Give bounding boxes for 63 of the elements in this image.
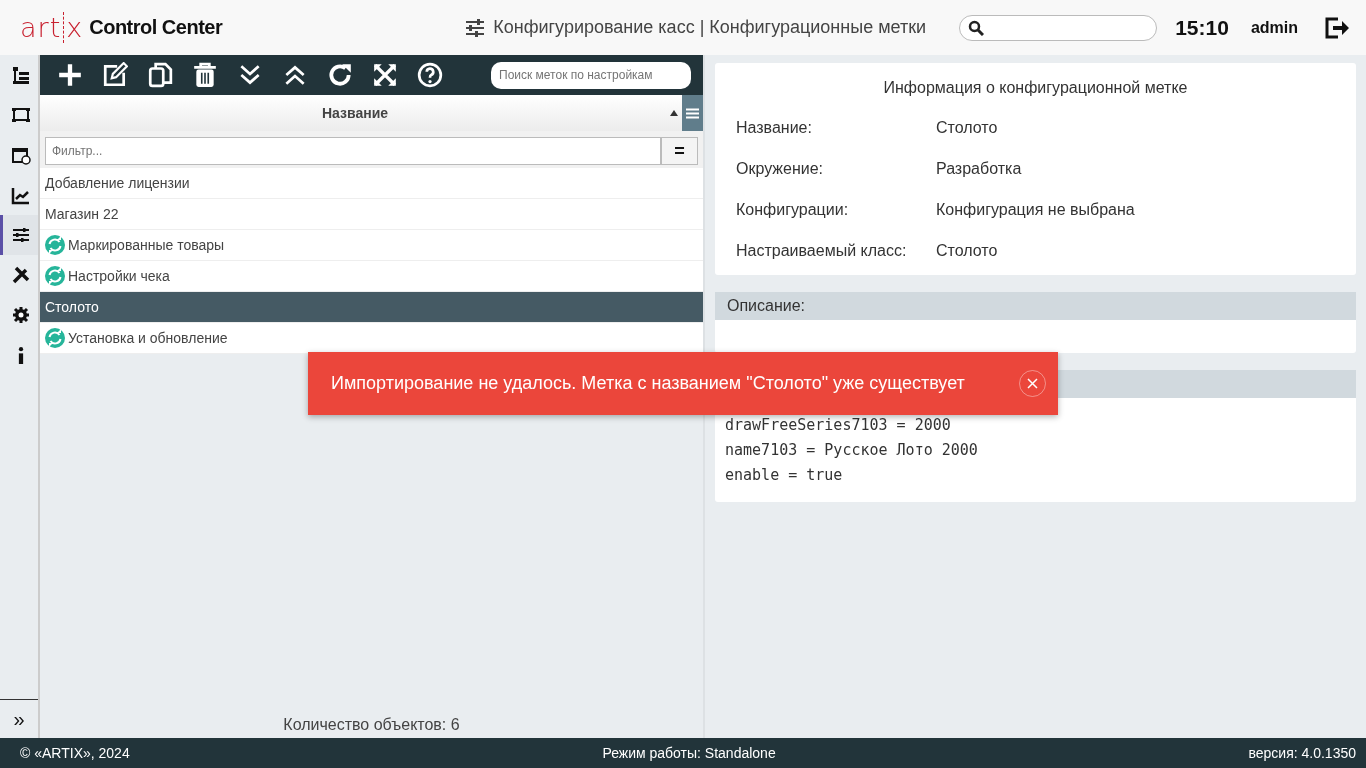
info-icon	[17, 346, 24, 364]
list-item[interactable]: Столото	[40, 292, 703, 323]
work-mode: Режим работы: Standalone	[602, 745, 776, 761]
code-line: drawFreeSeries7103 = 2000	[725, 415, 952, 436]
fullscreen-button[interactable]	[371, 61, 399, 89]
user-name[interactable]: admin	[1250, 18, 1298, 37]
menu-icon	[686, 107, 699, 119]
column-menu-button[interactable]	[682, 95, 703, 131]
search-field[interactable]	[959, 14, 1158, 41]
column-title[interactable]: Название	[40, 105, 670, 121]
field-value: Разработка	[936, 159, 1023, 178]
clock-time: 15:10	[1175, 15, 1229, 40]
error-message: Импортирование не удалось. Метка с названием "Столото" уже существует	[331, 373, 966, 394]
add-button[interactable]	[56, 61, 84, 89]
close-icon	[1027, 378, 1038, 389]
field-value: Столото	[936, 241, 999, 260]
sliders-icon	[465, 18, 486, 37]
calendar-clock-icon	[10, 145, 31, 165]
tag-search-field[interactable]: Поиск меток по настройкам	[491, 61, 691, 89]
settings-icon	[10, 305, 31, 325]
filter-field[interactable]: Фильтр...	[45, 137, 661, 165]
arrows-out-icon	[372, 62, 398, 88]
plus-icon	[57, 62, 83, 88]
field-label: Название:	[736, 118, 813, 137]
code-line: enable = true	[725, 465, 844, 486]
delete-button[interactable]	[191, 61, 219, 89]
filter-mode-button[interactable]: =	[661, 137, 698, 165]
copy-button[interactable]	[146, 61, 174, 89]
sliders-icon	[10, 225, 31, 245]
list-item[interactable]: Настройки чека	[40, 261, 703, 292]
field-label: Конфигурации:	[736, 200, 850, 219]
logout-icon[interactable]	[1324, 15, 1350, 40]
chart-icon	[10, 185, 31, 205]
page-title: Конфигурирование касс | Конфигурационные метки	[493, 17, 927, 38]
app-name: Control Center	[89, 16, 223, 39]
object-count: Количество объектов: 6	[282, 716, 461, 735]
edit-button[interactable]	[101, 61, 129, 89]
list-item[interactable]: Установка и обновление	[40, 323, 703, 354]
list-item[interactable]: Маркированные товары	[40, 230, 703, 261]
refresh-button[interactable]	[326, 61, 354, 89]
trash-icon	[192, 62, 218, 88]
sidebar-item[interactable]	[0, 215, 38, 255]
refresh-icon	[327, 62, 353, 88]
sort-icon	[670, 110, 678, 116]
logo: art x	[20, 12, 84, 43]
copy-icon	[147, 62, 173, 88]
field-label: Настраиваемый класс:	[736, 241, 908, 260]
version: версия: 4.0.1350	[1248, 745, 1356, 761]
screen-icon	[10, 105, 31, 125]
section-header: Описание:	[715, 292, 1356, 320]
field-value: Конфигурация не выбрана	[936, 200, 1136, 219]
help-icon	[417, 62, 443, 88]
field-label: Окружение:	[736, 159, 825, 178]
search-icon	[968, 19, 985, 36]
copyright: © «ARTIX», 2024	[20, 745, 130, 761]
pencil-square-icon	[102, 62, 128, 88]
tree-icon	[10, 65, 31, 85]
card-title: Информация о конфигурационной метке	[882, 78, 1189, 98]
help-button[interactable]	[416, 61, 444, 89]
list-item[interactable]: Магазин 22	[40, 199, 703, 230]
field-value: Столото	[936, 118, 999, 137]
code-line: name7103 = Русское Лото 2000	[725, 440, 979, 461]
list-item[interactable]: Добавление лицензии	[40, 168, 703, 199]
